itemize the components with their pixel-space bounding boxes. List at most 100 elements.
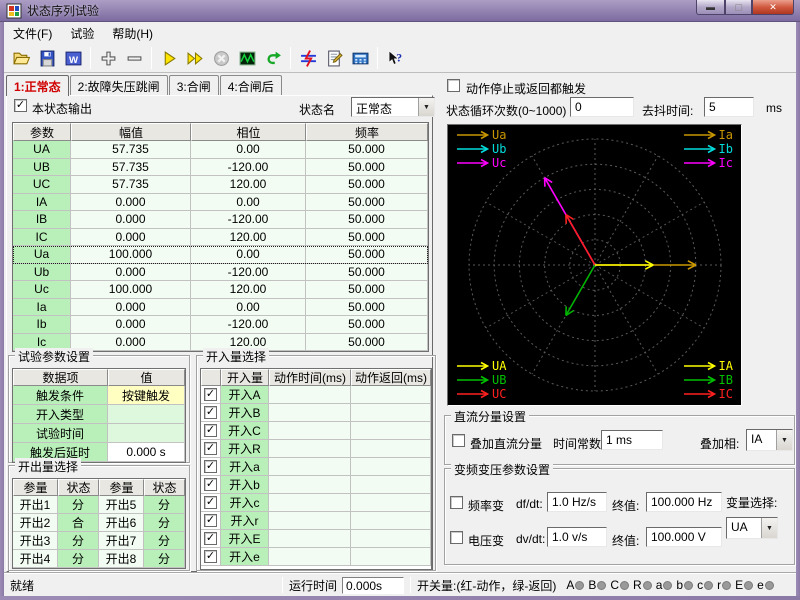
input-checkbox[interactable]: ✓ <box>204 442 217 455</box>
param-value-cell[interactable]: 50.000 <box>306 176 428 194</box>
input-time-cell[interactable] <box>269 458 351 476</box>
param-value-cell[interactable]: 0.000 <box>71 211 191 229</box>
param-value-cell[interactable]: 57.735 <box>71 159 191 177</box>
param-value-cell[interactable]: 50.000 <box>306 246 428 264</box>
param-value-cell[interactable]: 50.000 <box>306 264 428 282</box>
output-state-cell[interactable]: 分 <box>144 496 185 514</box>
export-word-button[interactable]: W <box>60 46 86 71</box>
menu-item-3[interactable]: 帮助(H) <box>103 23 162 44</box>
param-value-cell[interactable]: 50.000 <box>306 229 428 247</box>
param-value-cell[interactable]: 50.000 <box>306 194 428 212</box>
input-return-cell[interactable] <box>351 494 431 512</box>
minimize-button[interactable]: ▬ <box>696 0 725 15</box>
input-time-cell[interactable] <box>269 404 351 422</box>
test-param-value[interactable]: 按键触发 <box>108 386 185 405</box>
input-checkbox[interactable]: ✓ <box>204 532 217 545</box>
dc-superimpose-checkbox[interactable] <box>452 434 465 447</box>
trigger-mode-checkbox[interactable] <box>447 79 460 92</box>
input-time-cell[interactable] <box>269 512 351 530</box>
param-value-cell[interactable]: 0.00 <box>191 299 306 317</box>
input-return-cell[interactable] <box>351 440 431 458</box>
save-button[interactable] <box>34 46 60 71</box>
help-button[interactable]: ? <box>382 46 408 71</box>
output-state-cell[interactable]: 分 <box>144 532 185 550</box>
input-return-cell[interactable] <box>351 476 431 494</box>
param-value-cell[interactable]: 50.000 <box>306 211 428 229</box>
volt-final-input[interactable]: 100.000 V <box>646 527 722 547</box>
open-button[interactable] <box>8 46 34 71</box>
waveform-button[interactable] <box>234 46 260 71</box>
param-value-cell[interactable]: 57.735 <box>71 176 191 194</box>
loop-count-input[interactable]: 0 <box>570 97 634 117</box>
input-time-cell[interactable] <box>269 494 351 512</box>
param-value-cell[interactable]: 0.000 <box>71 299 191 317</box>
test-param-value[interactable] <box>108 424 185 443</box>
param-value-cell[interactable]: -120.00 <box>191 264 306 282</box>
menu-item-2[interactable]: 试验 <box>61 23 103 44</box>
param-value-cell[interactable]: 50.000 <box>306 281 428 299</box>
chevron-down-icon[interactable]: ▼ <box>418 98 434 116</box>
input-checkbox[interactable]: ✓ <box>204 496 217 509</box>
calculator-button[interactable] <box>347 46 373 71</box>
input-time-cell[interactable] <box>269 548 351 566</box>
input-time-cell[interactable] <box>269 476 351 494</box>
impulse-button[interactable] <box>295 46 321 71</box>
chevron-down-icon[interactable]: ▼ <box>776 430 792 450</box>
tab-1[interactable]: 1:正常态 <box>6 75 69 96</box>
param-value-cell[interactable]: 120.00 <box>191 281 306 299</box>
param-value-cell[interactable]: 57.735 <box>71 141 191 159</box>
param-value-cell[interactable]: 120.00 <box>191 176 306 194</box>
remove-state-button[interactable] <box>121 46 147 71</box>
param-value-cell[interactable]: 50.000 <box>306 299 428 317</box>
input-time-cell[interactable] <box>269 422 351 440</box>
input-checkbox[interactable]: ✓ <box>204 514 217 527</box>
param-value-cell[interactable]: 100.000 <box>71 281 191 299</box>
input-checkbox[interactable]: ✓ <box>204 388 217 401</box>
add-state-button[interactable] <box>95 46 121 71</box>
tab-2[interactable]: 2:故障失压跳闸 <box>70 75 168 95</box>
input-checkbox[interactable]: ✓ <box>204 550 217 563</box>
dfdt-input[interactable]: 1.0 Hz/s <box>547 492 607 512</box>
param-value-cell[interactable]: 50.000 <box>306 334 428 352</box>
param-value-cell[interactable]: -120.00 <box>191 211 306 229</box>
debounce-input[interactable]: 5 <box>704 97 754 117</box>
output-state-cell[interactable]: 分 <box>144 550 185 568</box>
param-value-cell[interactable]: -120.00 <box>191 316 306 334</box>
close-button[interactable]: ✕ <box>752 0 794 15</box>
input-checkbox[interactable]: ✓ <box>204 406 217 419</box>
report-button[interactable] <box>321 46 347 71</box>
freq-final-input[interactable]: 100.000 Hz <box>646 492 722 512</box>
state-output-checkbox[interactable]: ✓ <box>14 99 27 112</box>
tab-3[interactable]: 3:合闸 <box>169 75 219 95</box>
param-value-cell[interactable]: 0.00 <box>191 194 306 212</box>
input-return-cell[interactable] <box>351 386 431 404</box>
freq-vary-checkbox[interactable] <box>450 496 463 509</box>
param-value-cell[interactable]: 0.00 <box>191 246 306 264</box>
param-value-cell[interactable]: 0.000 <box>71 194 191 212</box>
input-checkbox[interactable]: ✓ <box>204 460 217 473</box>
test-param-value[interactable]: 0.000 s <box>108 443 185 462</box>
input-time-cell[interactable] <box>269 530 351 548</box>
superimpose-phase-combo[interactable]: IA ▼ <box>746 429 793 451</box>
input-return-cell[interactable] <box>351 548 431 566</box>
param-value-cell[interactable]: 0.000 <box>71 264 191 282</box>
undo-button[interactable] <box>260 46 286 71</box>
input-return-cell[interactable] <box>351 404 431 422</box>
var-select-combo[interactable]: UA ▼ <box>726 517 778 539</box>
input-return-cell[interactable] <box>351 530 431 548</box>
input-return-cell[interactable] <box>351 512 431 530</box>
param-value-cell[interactable]: 0.00 <box>191 141 306 159</box>
continue-button[interactable] <box>182 46 208 71</box>
input-time-cell[interactable] <box>269 386 351 404</box>
state-name-combo[interactable]: 正常态 ▼ <box>351 97 435 117</box>
maximize-button[interactable]: ▢ <box>725 0 752 15</box>
input-return-cell[interactable] <box>351 458 431 476</box>
output-state-cell[interactable]: 分 <box>58 532 99 550</box>
param-value-cell[interactable]: 120.00 <box>191 229 306 247</box>
output-state-cell[interactable]: 分 <box>58 550 99 568</box>
tab-4[interactable]: 4:合闸后 <box>220 75 282 95</box>
param-value-cell[interactable]: 0.000 <box>71 316 191 334</box>
input-time-cell[interactable] <box>269 440 351 458</box>
output-state-cell[interactable]: 分 <box>144 514 185 532</box>
param-value-cell[interactable]: -120.00 <box>191 159 306 177</box>
